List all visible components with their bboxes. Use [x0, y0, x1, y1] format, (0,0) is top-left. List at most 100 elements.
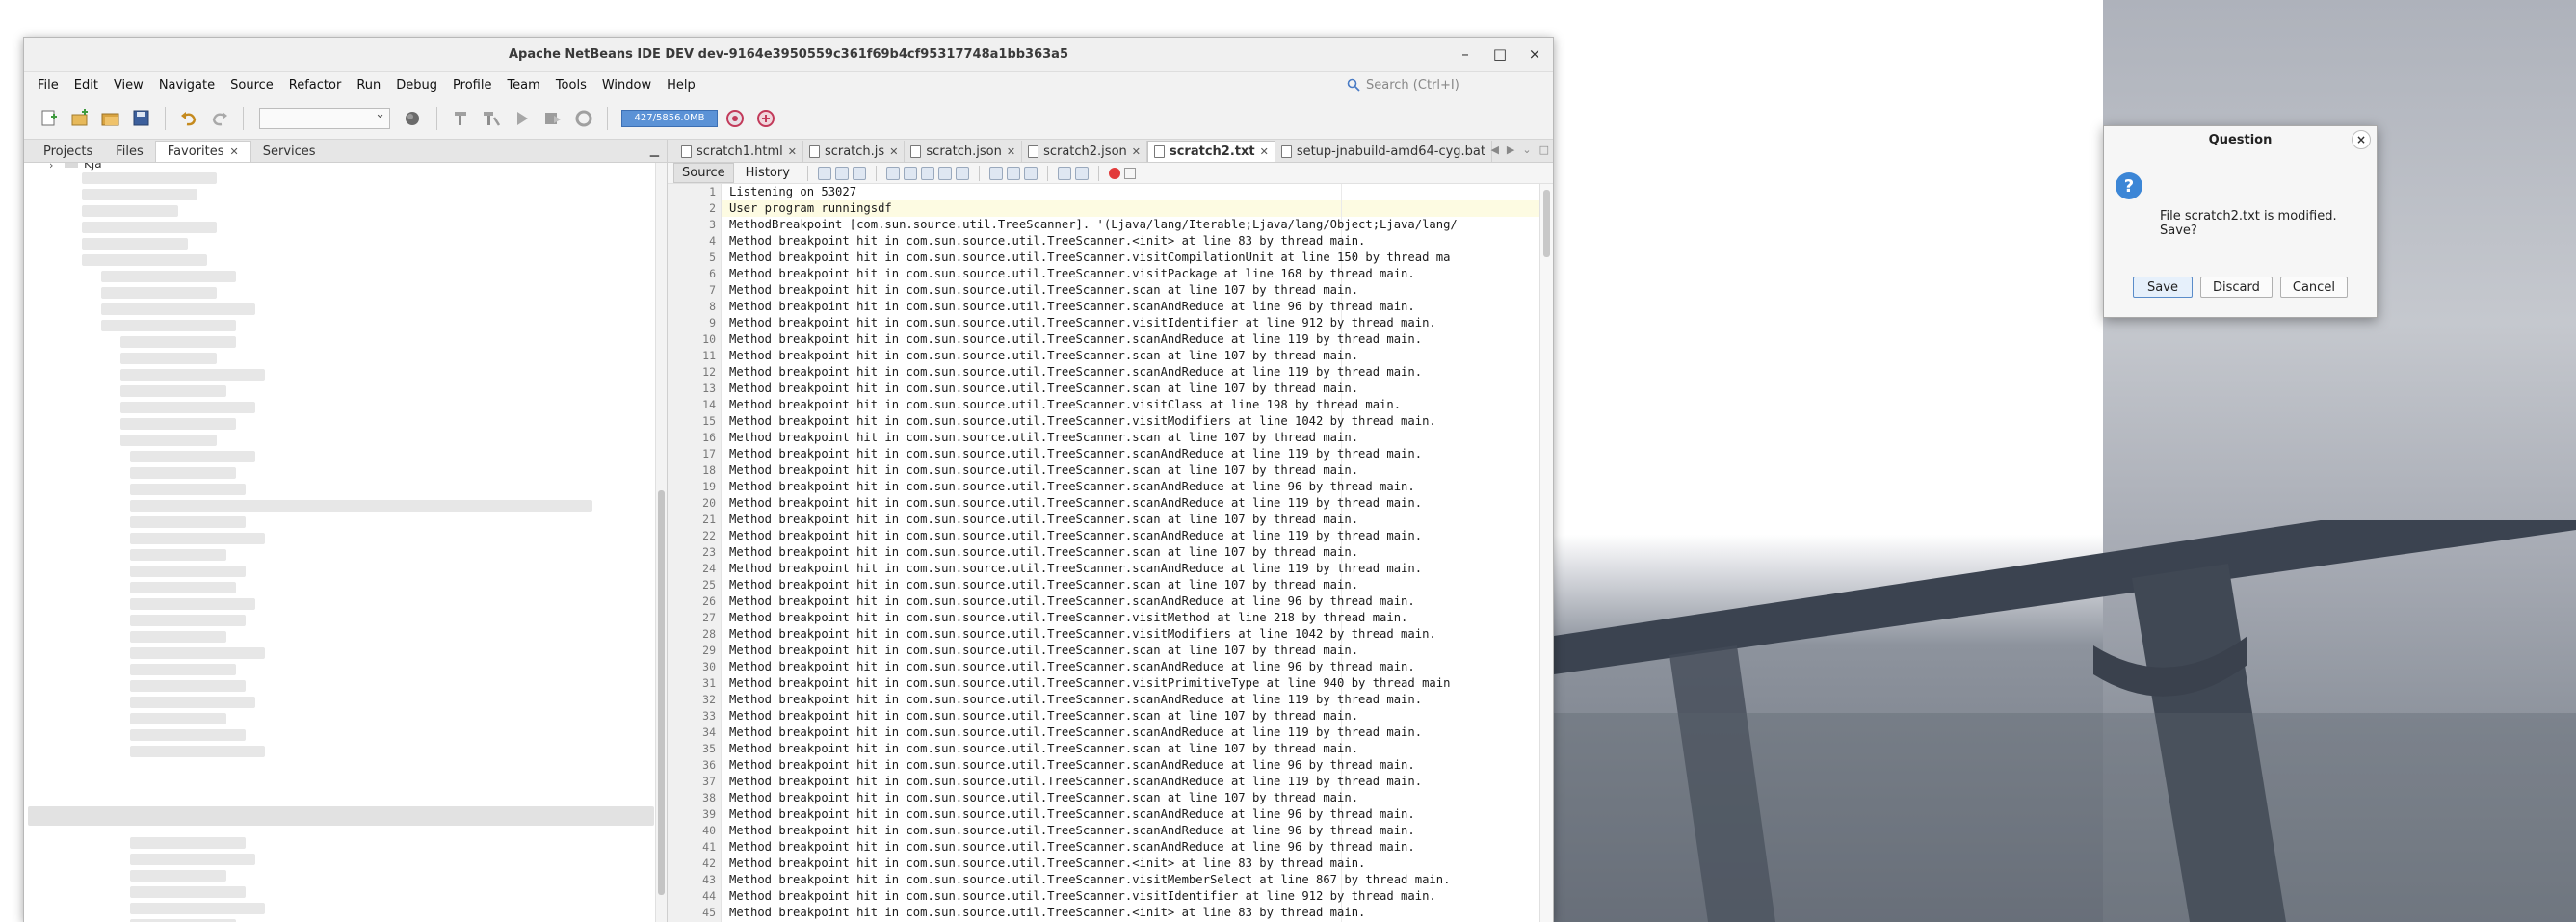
clean-build-icon[interactable] — [478, 105, 505, 132]
code-line[interactable]: 13 Method breakpoint hit in com.sun.sourc… — [668, 381, 1539, 397]
start-macro-recording-icon[interactable] — [1108, 167, 1120, 179]
code-line[interactable]: 19 Method breakpoint hit in com.sun.sourc… — [668, 479, 1539, 495]
close-icon[interactable]: ✕ — [889, 145, 898, 158]
maximize-editor-icon[interactable]: □ — [1539, 144, 1549, 156]
code-line[interactable]: 25 Method breakpoint hit in com.sun.sourc… — [668, 577, 1539, 593]
build-icon[interactable] — [447, 105, 474, 132]
code-line[interactable]: 23 Method breakpoint hit in com.sun.sourc… — [668, 544, 1539, 561]
back-icon[interactable] — [834, 166, 849, 180]
configuration-combo[interactable] — [259, 107, 390, 129]
code-line[interactable]: 2 User program runningsdf — [668, 200, 1539, 217]
menu-run[interactable]: Run — [349, 78, 388, 92]
source-mode-button[interactable]: Source — [673, 163, 734, 183]
code-line[interactable]: 9 Method breakpoint hit in com.sun.source… — [668, 315, 1539, 331]
search-input[interactable]: Search (Ctrl+I) — [1366, 78, 1459, 92]
code-line[interactable]: 3 MethodBreakpoint [com.sun.source.util.T… — [668, 217, 1539, 233]
code-line[interactable]: 28 Method breakpoint hit in com.sun.sourc… — [668, 626, 1539, 643]
code-line[interactable]: 7 Method breakpoint hit in com.sun.source… — [668, 282, 1539, 299]
code-line[interactable]: 5 Method breakpoint hit in com.sun.source… — [668, 250, 1539, 266]
cancel-button[interactable]: Cancel — [2279, 277, 2348, 298]
toggle-rectangular-icon[interactable] — [955, 166, 969, 180]
next-bookmark-icon[interactable] — [1006, 166, 1020, 180]
code-line[interactable]: 36 Method breakpoint hit in com.sun.sourc… — [668, 757, 1539, 774]
find-next-icon[interactable] — [920, 166, 934, 180]
tab-favorites[interactable]: Favorites ✕ — [154, 141, 251, 162]
menu-window[interactable]: Window — [594, 78, 659, 92]
minimize-icon[interactable]: – — [1453, 41, 1478, 66]
profile-icon[interactable] — [570, 105, 597, 132]
code-line[interactable]: 24 Method breakpoint hit in com.sun.sourc… — [668, 561, 1539, 577]
code-line[interactable]: 15 Method breakpoint hit in com.sun.sourc… — [668, 413, 1539, 430]
last-edit-icon[interactable] — [817, 166, 831, 180]
code-line[interactable]: 1 Listening on 53027 — [668, 184, 1539, 200]
tab-list-dropdown-icon[interactable]: ⌄ — [1522, 144, 1531, 156]
close-icon[interactable]: ✕ — [1132, 145, 1141, 158]
code-line[interactable]: 40 Method breakpoint hit in com.sun.sourc… — [668, 823, 1539, 839]
minimize-panel-icon[interactable]: ▁ — [650, 144, 659, 157]
code-line[interactable]: 14 Method breakpoint hit in com.sun.sourc… — [668, 397, 1539, 413]
tree-scrollbar[interactable] — [655, 163, 667, 922]
toggle-bookmark-icon[interactable] — [1023, 166, 1038, 180]
code-line[interactable]: 4 Method breakpoint hit in com.sun.source… — [668, 233, 1539, 250]
menu-help[interactable]: Help — [659, 78, 703, 92]
tab-scratch2-txt[interactable]: scratch2.txt ✕ — [1146, 141, 1275, 162]
globe-icon[interactable] — [400, 105, 427, 132]
open-project-icon[interactable] — [97, 105, 124, 132]
find-selection-icon[interactable] — [885, 166, 900, 180]
redo-icon[interactable] — [206, 105, 233, 132]
editor-scrollbar[interactable] — [1539, 184, 1553, 922]
code-line[interactable]: 31 Method breakpoint hit in com.sun.sourc… — [668, 675, 1539, 692]
code-line[interactable]: 42 Method breakpoint hit in com.sun.sourc… — [668, 856, 1539, 872]
discard-button[interactable]: Discard — [2200, 277, 2273, 298]
code-line[interactable]: 45 Method breakpoint hit in com.sun.sourc… — [668, 905, 1539, 921]
menu-navigate[interactable]: Navigate — [151, 78, 223, 92]
code-line[interactable]: 20 Method breakpoint hit in com.sun.sourc… — [668, 495, 1539, 512]
menu-profile[interactable]: Profile — [445, 78, 499, 92]
code-line[interactable]: 30 Method breakpoint hit in com.sun.sourc… — [668, 659, 1539, 675]
code-line[interactable]: 16 Method breakpoint hit in com.sun.sourc… — [668, 430, 1539, 446]
code-line[interactable]: 12 Method breakpoint hit in com.sun.sourc… — [668, 364, 1539, 381]
code-line[interactable]: 6 Method breakpoint hit in com.sun.source… — [668, 266, 1539, 282]
new-project-icon[interactable] — [66, 105, 93, 132]
forward-icon[interactable] — [852, 166, 866, 180]
code-line[interactable]: 43 Method breakpoint hit in com.sun.sourc… — [668, 872, 1539, 888]
code-line[interactable]: 35 Method breakpoint hit in com.sun.sourc… — [668, 741, 1539, 757]
debug-icon[interactable] — [539, 105, 566, 132]
tab-files[interactable]: Files — [104, 141, 155, 162]
tab-services[interactable]: Services — [251, 141, 328, 162]
code-line[interactable]: 29 Method breakpoint hit in com.sun.sourc… — [668, 643, 1539, 659]
run-icon[interactable] — [509, 105, 536, 132]
code-line[interactable]: 8 Method breakpoint hit in com.sun.source… — [668, 299, 1539, 315]
code-line[interactable]: 21 Method breakpoint hit in com.sun.sourc… — [668, 512, 1539, 528]
close-icon[interactable]: ✕ — [788, 145, 797, 158]
find-previous-icon[interactable] — [903, 166, 917, 180]
scroll-tabs-left-icon[interactable]: ◀ — [1490, 144, 1498, 156]
code-line[interactable]: 26 Method breakpoint hit in com.sun.sourc… — [668, 593, 1539, 610]
code-line[interactable]: 37 Method breakpoint hit in com.sun.sourc… — [668, 774, 1539, 790]
code-line[interactable]: 18 Method breakpoint hit in com.sun.sourc… — [668, 462, 1539, 479]
close-icon[interactable]: ✕ — [1260, 145, 1269, 158]
code-line[interactable]: 10 Method breakpoint hit in com.sun.sourc… — [668, 331, 1539, 348]
code-line[interactable]: 39 Method breakpoint hit in com.sun.sourc… — [668, 806, 1539, 823]
code-line[interactable]: 17 Method breakpoint hit in com.sun.sourc… — [668, 446, 1539, 462]
code-line[interactable]: 34 Method breakpoint hit in com.sun.sourc… — [668, 724, 1539, 741]
menu-tools[interactable]: Tools — [548, 78, 594, 92]
new-file-icon[interactable] — [36, 105, 63, 132]
favorites-tree[interactable]: › Kja — [24, 163, 655, 922]
tab-scratch-js[interactable]: scratch.js ✕ — [803, 141, 906, 162]
close-icon[interactable]: ✕ — [230, 145, 239, 158]
menu-view[interactable]: View — [106, 78, 151, 92]
stop-macro-recording-icon[interactable] — [1123, 167, 1136, 179]
code-line[interactable]: 22 Method breakpoint hit in com.sun.sourc… — [668, 528, 1539, 544]
code-line[interactable]: 41 Method breakpoint hit in com.sun.sourc… — [668, 839, 1539, 856]
save-button[interactable]: Save — [2133, 277, 2193, 298]
scroll-tabs-right-icon[interactable]: ▶ — [1507, 144, 1514, 156]
tab-projects[interactable]: Projects — [32, 141, 104, 162]
close-icon[interactable]: × — [2352, 130, 2371, 149]
code-line[interactable]: 38 Method breakpoint hit in com.sun.sourc… — [668, 790, 1539, 806]
menu-edit[interactable]: Edit — [66, 78, 106, 92]
memory-indicator[interactable]: 427/5856.0MB — [621, 109, 718, 127]
tree-item-label[interactable]: Kja — [84, 163, 102, 171]
tab-setup-bat[interactable]: setup-jnabuild-amd64-cyg.bat — [1275, 141, 1492, 162]
tab-scratch2-json[interactable]: scratch2.json ✕ — [1022, 141, 1147, 162]
